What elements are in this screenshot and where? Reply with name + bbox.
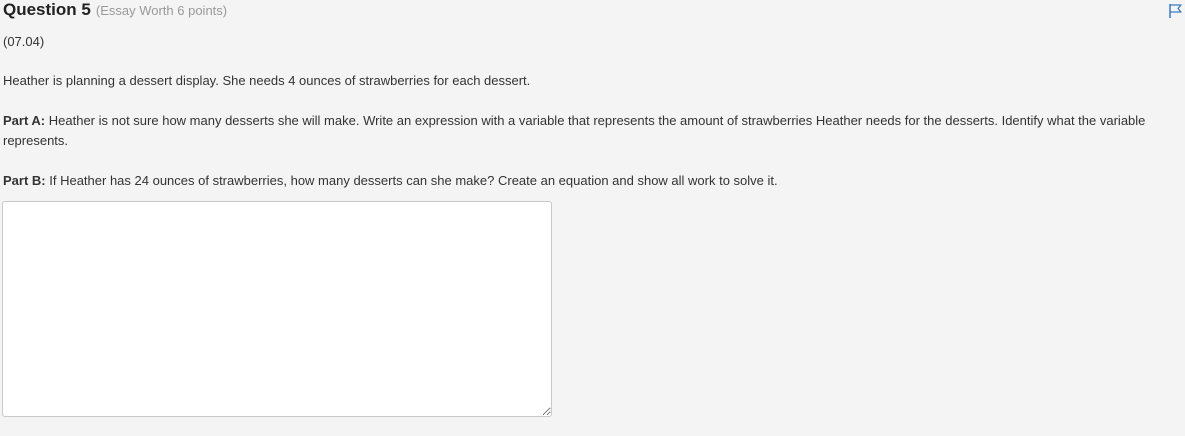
question-worth: (Essay Worth 6 points) — [95, 3, 228, 18]
part-a-label: Part A: — [3, 113, 46, 128]
question-intro: Heather is planning a dessert display. S… — [3, 73, 531, 88]
essay-answer-textarea[interactable] — [2, 201, 552, 417]
flag-icon[interactable] — [1168, 3, 1184, 19]
question-header: Question 5 (Essay Worth 6 points) — [3, 0, 227, 22]
part-a: Part A: Heather is not sure how many des… — [3, 111, 1183, 151]
question-title: Question 5 — [3, 0, 91, 19]
part-b: Part B: If Heather has 24 ounces of stra… — [3, 171, 1183, 191]
part-b-text: If Heather has 24 ounces of strawberries… — [49, 173, 778, 188]
question-code: (07.04) — [3, 34, 45, 49]
part-a-text: Heather is not sure how many desserts sh… — [3, 113, 1146, 148]
part-b-label: Part B: — [3, 173, 46, 188]
